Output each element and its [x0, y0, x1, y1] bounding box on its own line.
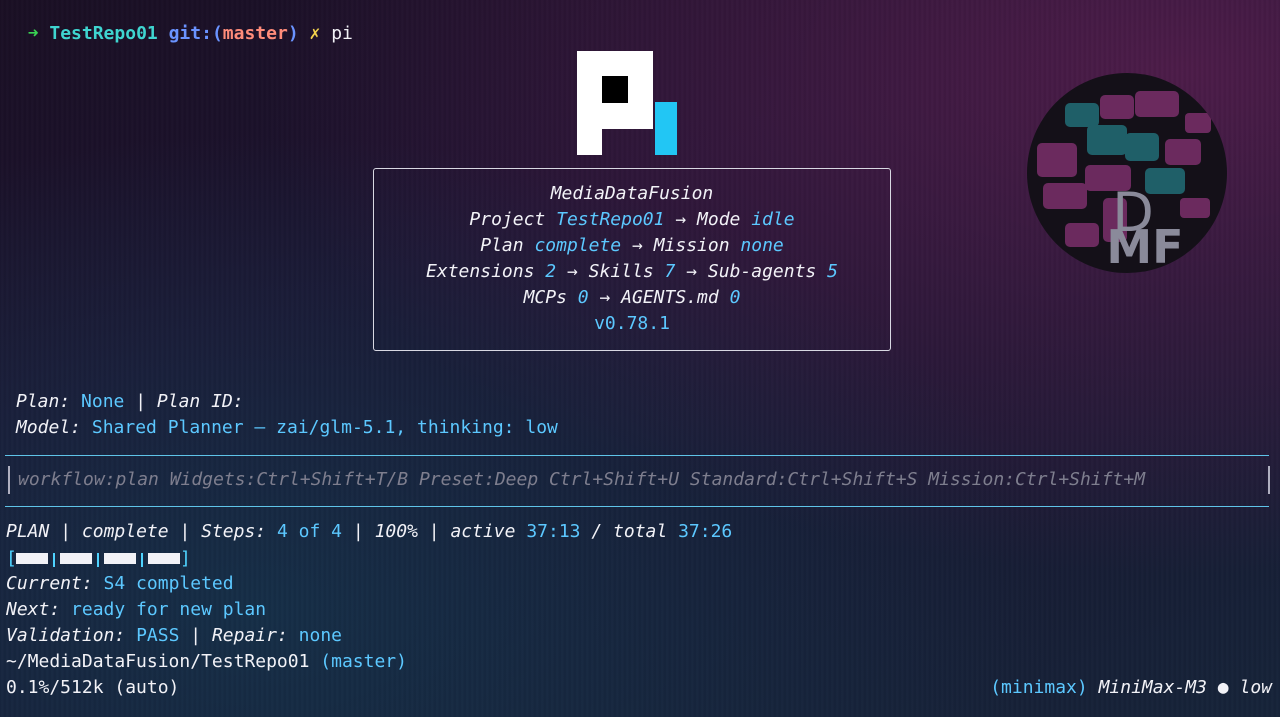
plan-status-line: PLAN | complete | Steps: 4 of 4 | 100% |… — [6, 521, 733, 542]
next-line: Next: ready for new plan — [6, 599, 267, 620]
progress-separator — [141, 553, 143, 567]
progress-separator — [53, 553, 55, 567]
progress-segment — [16, 553, 48, 564]
input-bottom-divider — [5, 506, 1269, 507]
input-placeholder: workflow:plan Widgets:Ctrl+Shift+T/B Pre… — [18, 469, 1146, 490]
dmf-badge-logo: D MF — [1027, 73, 1227, 273]
prompt-input[interactable]: workflow:plan Widgets:Ctrl+Shift+T/B Pre… — [8, 466, 1270, 494]
progress-segment — [104, 553, 136, 564]
prompt-dir: TestRepo01 — [49, 23, 158, 44]
prompt-arrow-icon: ➜ — [27, 23, 39, 44]
prompt-git-label: git:( — [168, 23, 223, 44]
shell-prompt: ➜ TestRepo01 git:(master) ✗ pi — [6, 1, 353, 45]
pi-logo — [577, 51, 677, 155]
progress-bracket-close: ] — [180, 548, 191, 569]
mcps-row: MCPs 0 → AGENTS.md 0 — [523, 287, 741, 308]
progress-segment — [148, 553, 180, 564]
progress-separator — [97, 553, 99, 567]
project-mode-row: Project TestRepo01 → Mode idle — [469, 209, 795, 230]
badge-letters-mf: MF — [1106, 220, 1183, 273]
prompt-branch: master — [222, 23, 288, 44]
project-title: MediaDataFusion — [550, 183, 714, 204]
model-line: Model: Shared Planner – zai/glm-5.1, thi… — [16, 417, 558, 438]
model-indicator: (minimax) MiniMax-M3 ● low — [990, 677, 1272, 698]
extensions-row: Extensions 2 → Skills 7 → Sub-agents 5 — [426, 261, 838, 282]
prompt-command: pi — [331, 23, 353, 44]
validation-line: Validation: PASS | Repair: none — [6, 625, 343, 646]
current-line: Current: S4 completed — [6, 573, 234, 594]
progress-segment — [60, 553, 92, 564]
context-usage: 0.1%/512k (auto) — [6, 677, 180, 698]
plan-line: Plan: None | Plan ID: — [16, 391, 244, 412]
session-info-box: MediaDataFusion Project TestRepo01 → Mod… — [373, 168, 891, 351]
plan-mission-row: Plan complete → Mission none — [480, 235, 784, 256]
input-top-divider — [5, 455, 1269, 456]
version-label: v0.78.1 — [594, 313, 670, 334]
path-line: ~/MediaDataFusion/TestRepo01 (master) — [6, 651, 407, 672]
prompt-git-close: ) — [287, 23, 299, 44]
prompt-dirty-icon: ✗ — [309, 23, 321, 44]
